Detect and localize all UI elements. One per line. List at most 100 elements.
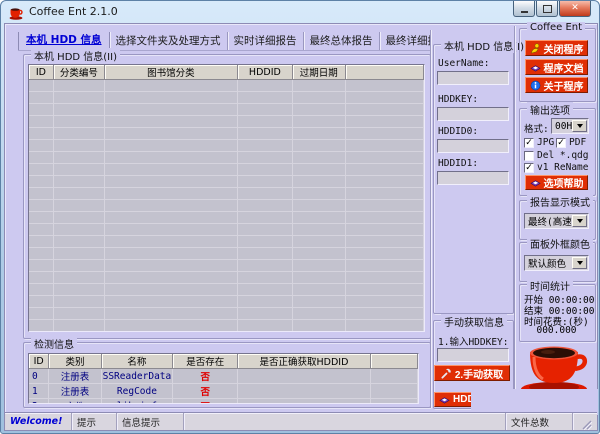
status-files-total: 文件总数	[506, 413, 573, 430]
book-icon	[530, 177, 541, 188]
format-label: 格式:	[524, 121, 549, 135]
wrench-icon	[441, 368, 452, 379]
unchecked-checkbox-icon[interactable]	[524, 151, 534, 161]
column-separator	[430, 30, 432, 408]
column-header: 是否存在	[173, 354, 238, 369]
column-header: 图书馆分类	[105, 65, 238, 80]
column-header: 类别	[49, 354, 101, 369]
empty-row	[29, 260, 424, 272]
column-header	[371, 354, 418, 369]
format-value: 00H	[555, 121, 572, 132]
empty-row	[29, 248, 424, 260]
group-manual-get-title: 手动获取信息	[441, 314, 507, 329]
manual-step1-label: 1.输入HDDKEY:	[438, 334, 508, 348]
checked-checkbox-icon[interactable]: ✓	[524, 163, 534, 173]
status-info-hint: 信息提示	[117, 413, 184, 430]
caption-buttons: ✕	[512, 1, 591, 17]
checked-checkbox-icon[interactable]: ✓	[556, 138, 566, 148]
tab-2[interactable]: 选择文件夹及处理方式	[110, 32, 228, 50]
field-label-hddid0: HDDID0:	[438, 126, 478, 137]
field-label-username: UserName:	[438, 58, 489, 69]
empty-row	[29, 236, 424, 248]
maximize-icon	[543, 5, 552, 13]
column-header: 名称	[102, 354, 174, 369]
field-input-hddid1[interactable]	[437, 171, 509, 185]
chevron-down-icon[interactable]	[572, 257, 587, 269]
close-icon: ✕	[571, 4, 579, 13]
group-detect-info-title: 检测信息	[31, 336, 77, 351]
empty-row	[29, 308, 424, 320]
status-bar: Welcome! 提示 信息提示 文件总数	[5, 412, 597, 430]
tab-3[interactable]: 实时详细报告	[228, 32, 304, 50]
group-time-stats-title: 时间统计	[527, 278, 573, 293]
empty-row	[29, 104, 424, 116]
empty-row	[29, 296, 424, 308]
status-hint: 提示	[72, 413, 117, 430]
checkbox-label: JPG	[537, 137, 554, 148]
group-output-options-title: 输出选项	[527, 102, 573, 117]
book-icon	[439, 394, 450, 405]
empty-row	[29, 320, 424, 332]
group-frame-color-title: 面板外框颜色	[527, 236, 593, 251]
checkbox-label: PDF	[569, 137, 586, 148]
tab-4[interactable]: 最终总体报告	[304, 32, 380, 50]
checkbox-label: Del *.qdg	[537, 150, 588, 161]
empty-row	[29, 140, 424, 152]
field-label-hddkey: HDDKEY:	[438, 94, 478, 105]
group-coffee-ent-title: Coffee Ent	[527, 22, 585, 33]
checkbox-jpg[interactable]: ✓JPG	[524, 137, 554, 148]
report-mode-combobox[interactable]: 最终(高速	[524, 213, 589, 229]
field-label-hddid1: HDDID1:	[438, 158, 478, 169]
empty-row	[29, 128, 424, 140]
checkbox-v1rename[interactable]: ✓v1 ReName	[524, 162, 588, 173]
about-program-button[interactable]: 关于程序	[525, 77, 588, 93]
tab-5[interactable]: 最终详细报告	[380, 32, 430, 50]
detect-info-table[interactable]: ID类别名称是否存在是否正确获取HDDID0注册表SSReaderData否1注…	[28, 353, 419, 404]
close-button[interactable]: ✕	[559, 1, 591, 17]
person-icon	[530, 43, 541, 54]
field-input-hddid0[interactable]	[437, 139, 509, 153]
column-header	[346, 65, 424, 80]
manual-get-label: 2.手动获取	[455, 366, 503, 381]
frame-color-combobox[interactable]: 默认颜色	[524, 255, 589, 271]
format-combobox[interactable]: 00H	[551, 118, 589, 134]
options-help-button[interactable]: 选项帮助	[525, 175, 588, 190]
column-header: 过期日期	[293, 65, 346, 80]
resize-grip[interactable]	[573, 413, 597, 430]
time-cost-value: 000.000	[519, 325, 594, 336]
chevron-down-icon[interactable]	[572, 215, 587, 227]
column-header: ID	[29, 354, 49, 369]
hdd-info-table[interactable]: ID分类编号图书馆分类HDDID过期日期	[28, 64, 425, 332]
window-title: Coffee Ent 2.1.0	[29, 5, 118, 18]
field-input-hddkey[interactable]	[437, 107, 509, 121]
checked-checkbox-icon[interactable]: ✓	[524, 138, 534, 148]
program-doc-button[interactable]: 程序文档	[525, 59, 588, 75]
table-row[interactable]: 2文件ulib.info否	[29, 399, 418, 404]
close-program-button[interactable]: 关闭程序	[525, 40, 588, 56]
client-area: 本机 HDD 信息选择文件夹及处理方式实时详细报告最终总体报告最终详细报告 本机…	[4, 23, 598, 431]
coffee-cup-icon	[9, 5, 24, 19]
status-spacer	[184, 413, 506, 430]
table-row[interactable]: 0注册表SSReaderData否	[29, 369, 418, 384]
minimize-icon	[521, 11, 528, 13]
empty-row	[29, 284, 424, 296]
empty-row	[29, 80, 424, 92]
title-bar[interactable]: Coffee Ent 2.1.0 ✕	[1, 1, 599, 23]
maximize-button[interactable]	[536, 1, 558, 17]
chevron-down-icon[interactable]	[572, 120, 587, 132]
app-window: Coffee Ent 2.1.0 ✕ 本机 HDD 信息选择文件夹及处理方式实时…	[0, 0, 600, 434]
frame-color-value: 默认颜色	[528, 256, 566, 270]
column-header: ID	[29, 65, 54, 80]
report-mode-value: 最终(高速	[528, 214, 572, 228]
empty-row	[29, 92, 424, 104]
options-help-label: 选项帮助	[544, 175, 584, 190]
checkbox-pdf[interactable]: ✓PDF	[556, 137, 586, 148]
table-row[interactable]: 1注册表RegCode否	[29, 384, 418, 399]
minimize-button[interactable]	[513, 1, 535, 17]
checkbox-delqdg[interactable]: Del *.qdg	[524, 150, 588, 161]
group-hdd-info-2-title: 本机 HDD 信息(II)	[31, 48, 120, 63]
checkbox-label: v1 ReName	[537, 162, 588, 173]
manual-get-button[interactable]: 2.手动获取	[434, 365, 510, 381]
field-input-username[interactable]	[437, 71, 509, 85]
manual-hddkey-input[interactable]	[437, 348, 509, 362]
